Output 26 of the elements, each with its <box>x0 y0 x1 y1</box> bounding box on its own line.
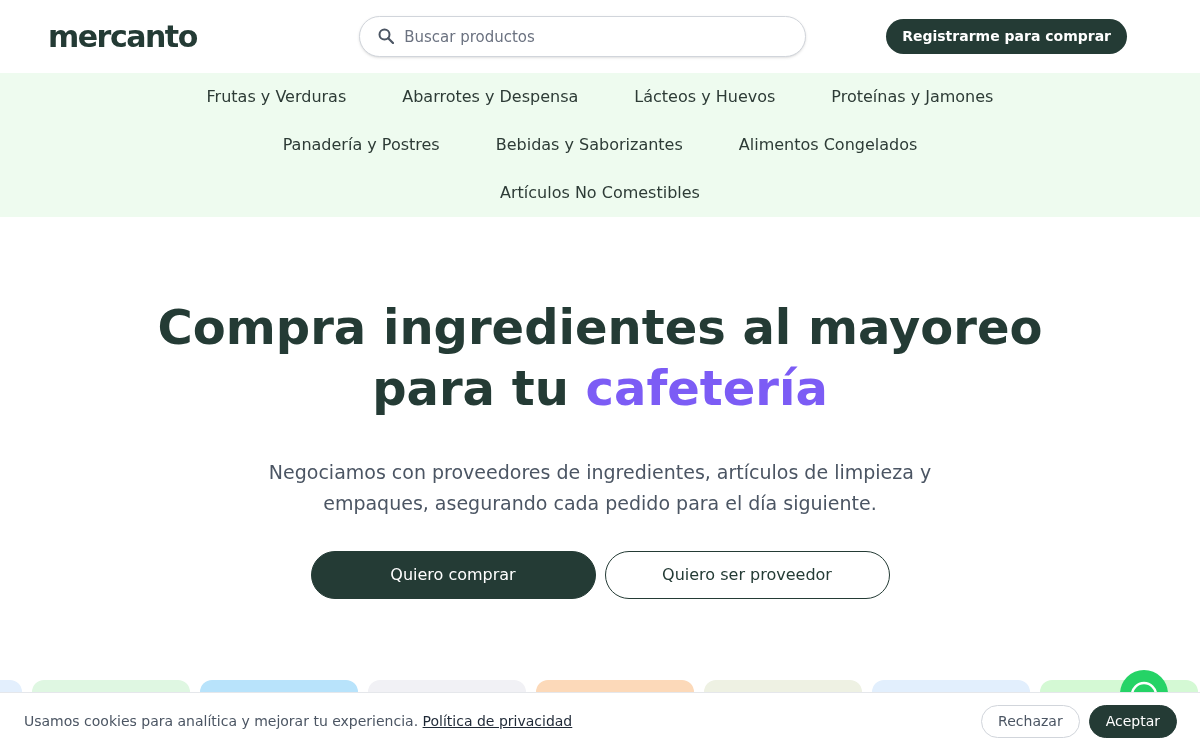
category-link[interactable]: Artículos No Comestibles <box>500 169 700 217</box>
hero-subtitle: Negociamos con proveedores de ingredientes, artículos de limpieza y empaques, asegurando cada pedido para el día siguiente. <box>267 460 933 516</box>
category-card[interactable] <box>32 680 190 692</box>
category-link[interactable]: Proteínas y Jamones <box>831 73 994 121</box>
category-link[interactable]: Alimentos Congelados <box>738 121 918 169</box>
search-field[interactable]: Buscar productos <box>359 16 807 57</box>
reject-button[interactable]: Rechazar <box>981 705 1080 738</box>
category-card[interactable] <box>704 680 862 692</box>
category-link[interactable]: Abarrotes y Despensa <box>402 73 579 121</box>
buy-button[interactable]: Quiero comprar <box>310 551 596 599</box>
category-card[interactable] <box>872 680 1030 692</box>
category-card[interactable] <box>536 680 694 692</box>
supplier-button[interactable]: Quiero ser proveedor <box>604 551 890 599</box>
category-card[interactable] <box>368 680 526 692</box>
logo[interactable]: mercanto <box>48 21 197 52</box>
hero-heading: Compra ingredientes al mayoreo para tu cafetería <box>156 298 1044 418</box>
cookie-message: Usamos cookies para analítica y mejorar tu experiencia. Política de privacidad <box>24 712 573 731</box>
privacy-policy-link[interactable]: Política de privacidad <box>422 713 573 729</box>
search-icon <box>378 28 395 44</box>
category-link[interactable]: Frutas y Verduras <box>206 73 347 121</box>
category-link[interactable]: Lácteos y Huevos <box>634 73 776 121</box>
register-button[interactable]: Registrarme para comprar <box>886 19 1127 54</box>
category-card[interactable] <box>200 680 358 692</box>
category-link[interactable]: Bebidas y Saborizantes <box>495 121 683 169</box>
category-link[interactable]: Panadería y Postres <box>282 121 440 169</box>
accept-button[interactable]: Aceptar <box>1088 705 1177 738</box>
